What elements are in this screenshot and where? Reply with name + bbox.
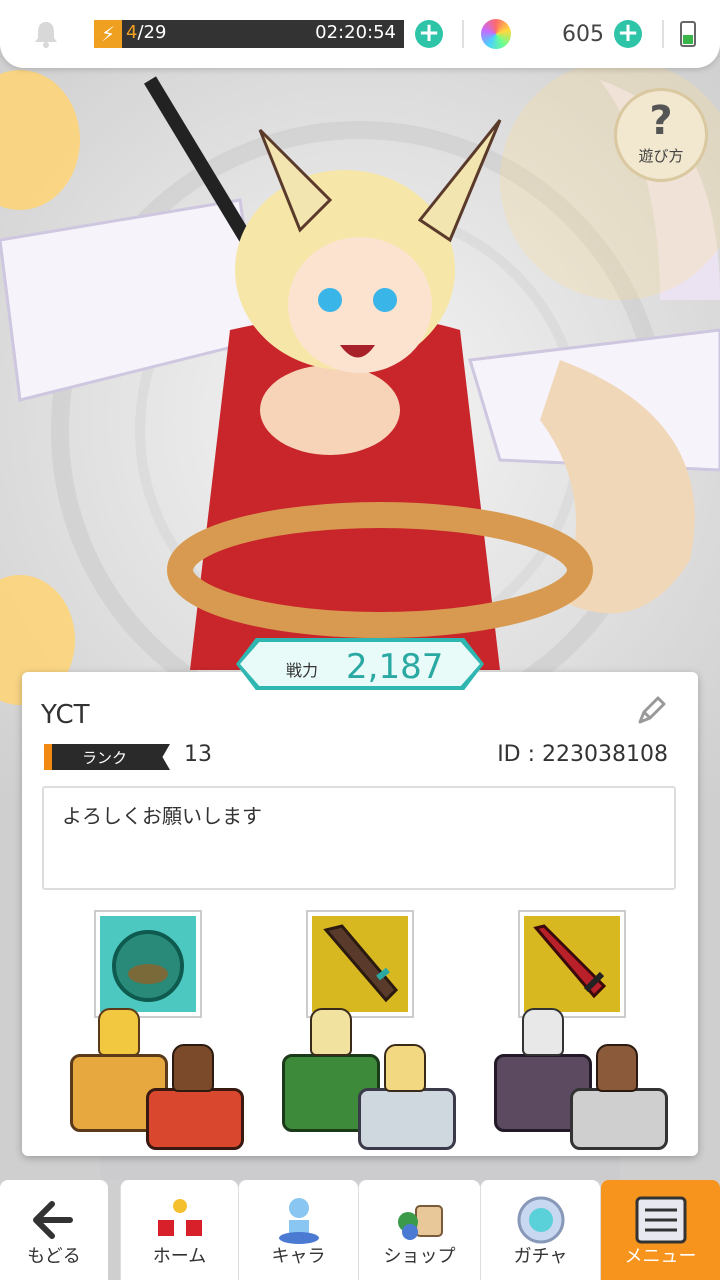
- status-bar: ⚡ 4/29 02:20:54 + 605 +: [0, 0, 720, 68]
- nav-gacha-label: ガチャ: [513, 1246, 568, 1267]
- character-sprite: [596, 1044, 638, 1092]
- player-id: ID : 223038108: [497, 742, 668, 767]
- divider: [662, 20, 664, 48]
- how-to-play-label: 遊び方: [638, 147, 684, 165]
- menu-list-icon: [633, 1194, 689, 1246]
- home-icon: [152, 1194, 208, 1246]
- question-icon: ?: [649, 98, 673, 144]
- power-badge: 戦力 2,187: [236, 638, 484, 690]
- stamina-timer: 02:20:54: [315, 22, 396, 43]
- character-icon: [271, 1194, 327, 1246]
- stamina-current: 4: [126, 22, 138, 43]
- character-sprite: [98, 1008, 140, 1056]
- bell-icon[interactable]: [30, 18, 62, 50]
- dark-blade-weapon-icon: [312, 916, 408, 1012]
- nav-back-label: もどる: [27, 1246, 81, 1267]
- profile-card: YCT ランク 13 ID : 223038108 よろしくお願いします: [22, 672, 698, 1156]
- bottom-nav: もどる ホーム キャラ ショップ ガチャ メニュー: [0, 1180, 720, 1280]
- nav-chara-label: キャラ: [271, 1246, 326, 1267]
- weapon-frame[interactable]: [306, 910, 414, 1018]
- pedestal: [570, 1088, 668, 1150]
- nav-back[interactable]: もどる: [0, 1180, 108, 1280]
- gacha-orb-icon: [513, 1194, 569, 1246]
- gem-icon: [481, 19, 511, 49]
- rank-label: ランク: [82, 749, 128, 767]
- weapon-frame[interactable]: [518, 910, 626, 1018]
- character-sprite: [522, 1008, 564, 1056]
- stamina-bar: ⚡ 4/29 02:20:54: [94, 20, 404, 48]
- gem-count: 605: [562, 22, 604, 47]
- profile-comment[interactable]: よろしくお願いします: [42, 786, 676, 890]
- stamina-max: /29: [137, 22, 167, 43]
- nav-shop[interactable]: ショップ: [358, 1180, 480, 1280]
- add-gem-button[interactable]: +: [614, 20, 642, 48]
- battery-icon: [680, 21, 696, 47]
- nav-menu-label: メニュー: [624, 1246, 697, 1267]
- nav-shop-label: ショップ: [383, 1246, 456, 1267]
- add-stamina-button[interactable]: +: [415, 20, 443, 48]
- nav-gacha[interactable]: ガチャ: [480, 1180, 600, 1280]
- pedestal: [146, 1088, 244, 1150]
- party-slot-3[interactable]: [446, 908, 668, 1150]
- nav-home-label: ホーム: [152, 1246, 207, 1267]
- player-name: YCT: [41, 700, 90, 730]
- orb-weapon-icon: [100, 916, 196, 1012]
- power-label: 戦力: [286, 661, 319, 680]
- arrow-left-icon: [26, 1194, 82, 1246]
- lightning-icon: ⚡: [94, 20, 122, 48]
- nav-menu[interactable]: メニュー: [600, 1180, 720, 1280]
- character-sprite: [310, 1008, 352, 1056]
- character-sprite: [384, 1044, 426, 1092]
- how-to-play-button[interactable]: ? 遊び方: [614, 88, 708, 182]
- rank-value: 13: [184, 742, 212, 767]
- power-value: 2,187: [346, 647, 444, 687]
- divider: [462, 20, 464, 48]
- weapon-frame[interactable]: [94, 910, 202, 1018]
- pedestal: [358, 1088, 456, 1150]
- character-sprite: [172, 1044, 214, 1092]
- red-sword-weapon-icon: [524, 916, 620, 1012]
- party-slot-1[interactable]: [22, 908, 244, 1150]
- rank-badge: ランク: [44, 744, 170, 770]
- shop-bag-icon: [392, 1194, 448, 1246]
- nav-chara[interactable]: キャラ: [238, 1180, 358, 1280]
- stamina-count: 4/29: [126, 22, 166, 43]
- party-slot-2[interactable]: [234, 908, 456, 1150]
- edit-pen-icon[interactable]: [634, 694, 668, 728]
- power-badge-inner: 戦力 2,187: [240, 642, 480, 686]
- nav-home[interactable]: ホーム: [120, 1180, 238, 1280]
